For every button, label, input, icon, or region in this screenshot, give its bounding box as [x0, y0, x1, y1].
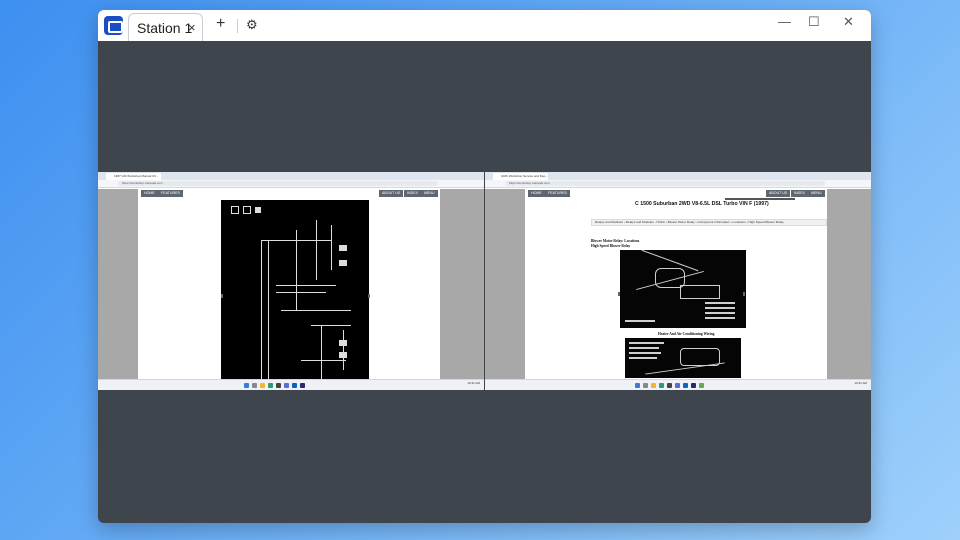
address-bar: https://workshop-manuals.com	[485, 180, 871, 188]
page-margin-right	[440, 189, 484, 379]
remote-icon[interactable]	[292, 383, 297, 388]
folder-icon[interactable]	[651, 383, 656, 388]
nav-index[interactable]: INDEX	[404, 190, 421, 197]
tab-label: Station 1	[137, 20, 193, 36]
search-icon[interactable]	[252, 383, 257, 388]
app-icon[interactable]	[300, 383, 305, 388]
edge-icon[interactable]	[659, 383, 664, 388]
wiring-location-image	[625, 338, 741, 378]
wiring-diagram	[221, 200, 369, 380]
panel-handle	[618, 292, 620, 296]
nav-home[interactable]: HOME	[528, 190, 545, 197]
minimize-button[interactable]: —	[778, 14, 791, 29]
nav-home[interactable]: HOME	[141, 190, 158, 197]
nav-about-us[interactable]: ABOUT US	[379, 190, 404, 197]
nav-menu[interactable]: MENU	[421, 190, 438, 197]
nav-about-us[interactable]: ABOUT US	[766, 190, 791, 197]
edge-icon[interactable]	[268, 383, 273, 388]
nav-features[interactable]: FEATURES	[545, 190, 570, 197]
remote-icon[interactable]	[683, 383, 688, 388]
panel-handle	[743, 292, 745, 296]
page-margin-left	[485, 189, 525, 379]
clock: 10:31 AM	[854, 381, 867, 385]
app-logo-icon	[104, 16, 123, 35]
browser-tab-bar: GMC Workshop Service and Rep...	[485, 172, 871, 180]
address-bar: https://workshop-manuals.com	[98, 180, 484, 188]
url-field[interactable]: https://workshop-manuals.com	[505, 181, 825, 186]
new-tab-button[interactable]: +	[216, 15, 225, 33]
app-icon[interactable]	[691, 383, 696, 388]
remote-screen-right[interactable]: GMC Workshop Service and Rep... https://…	[485, 172, 871, 390]
folder-icon[interactable]	[260, 383, 265, 388]
clock: 10:31 AM	[467, 381, 480, 385]
start-icon[interactable]	[635, 383, 640, 388]
search-icon[interactable]	[643, 383, 648, 388]
taskbar: 10:31 AM	[98, 379, 484, 390]
app-icon[interactable]	[675, 383, 680, 388]
tab-close-icon[interactable]: ×	[188, 20, 196, 35]
page-margin-right	[827, 189, 871, 379]
browser-tab-bar: 1987 GM Workshop Manual Ch...	[98, 172, 484, 180]
app-icon[interactable]	[699, 383, 704, 388]
title-bar: Station 1 × + ⚙ — ☐ ✕	[98, 10, 871, 41]
nav-features[interactable]: FEATURES	[158, 190, 183, 197]
title-rule	[725, 198, 795, 200]
start-icon[interactable]	[244, 383, 249, 388]
store-icon[interactable]	[667, 383, 672, 388]
page-margin-left	[98, 189, 138, 379]
gear-icon[interactable]: ⚙	[246, 17, 258, 33]
browser-tab[interactable]: GMC Workshop Service and Rep...	[493, 173, 548, 180]
maximize-button[interactable]: ☐	[808, 14, 820, 30]
store-icon[interactable]	[276, 383, 281, 388]
document-title: C 1500 Suburban 2WD V8-6.5L DSL Turbo VI…	[635, 201, 769, 207]
nav-index[interactable]: INDEX	[791, 190, 808, 197]
toolbar-divider	[237, 19, 238, 33]
app-icon[interactable]	[284, 383, 289, 388]
section-heading: Heater And Air Conditioning Wiring	[658, 332, 715, 336]
panel-handle	[221, 294, 223, 298]
panel-handle	[368, 294, 370, 298]
close-window-button[interactable]: ✕	[843, 14, 854, 30]
breadcrumb[interactable]: Relays and Modules › Relays and Modules …	[591, 219, 827, 226]
component-location-image	[620, 250, 746, 328]
nav-menu[interactable]: MENU	[808, 190, 825, 197]
remote-screen-left[interactable]: 1987 GM Workshop Manual Ch... https://wo…	[98, 172, 484, 390]
taskbar: 10:31 AM	[485, 379, 871, 390]
url-field[interactable]: https://workshop-manuals.com	[118, 181, 438, 186]
tab-station-1[interactable]: Station 1 ×	[128, 13, 203, 41]
browser-tab[interactable]: 1987 GM Workshop Manual Ch...	[106, 173, 161, 180]
section-heading: Blower Motor Relay: Locations	[591, 239, 640, 243]
section-subheading: High Speed Blower Relay	[591, 244, 631, 248]
